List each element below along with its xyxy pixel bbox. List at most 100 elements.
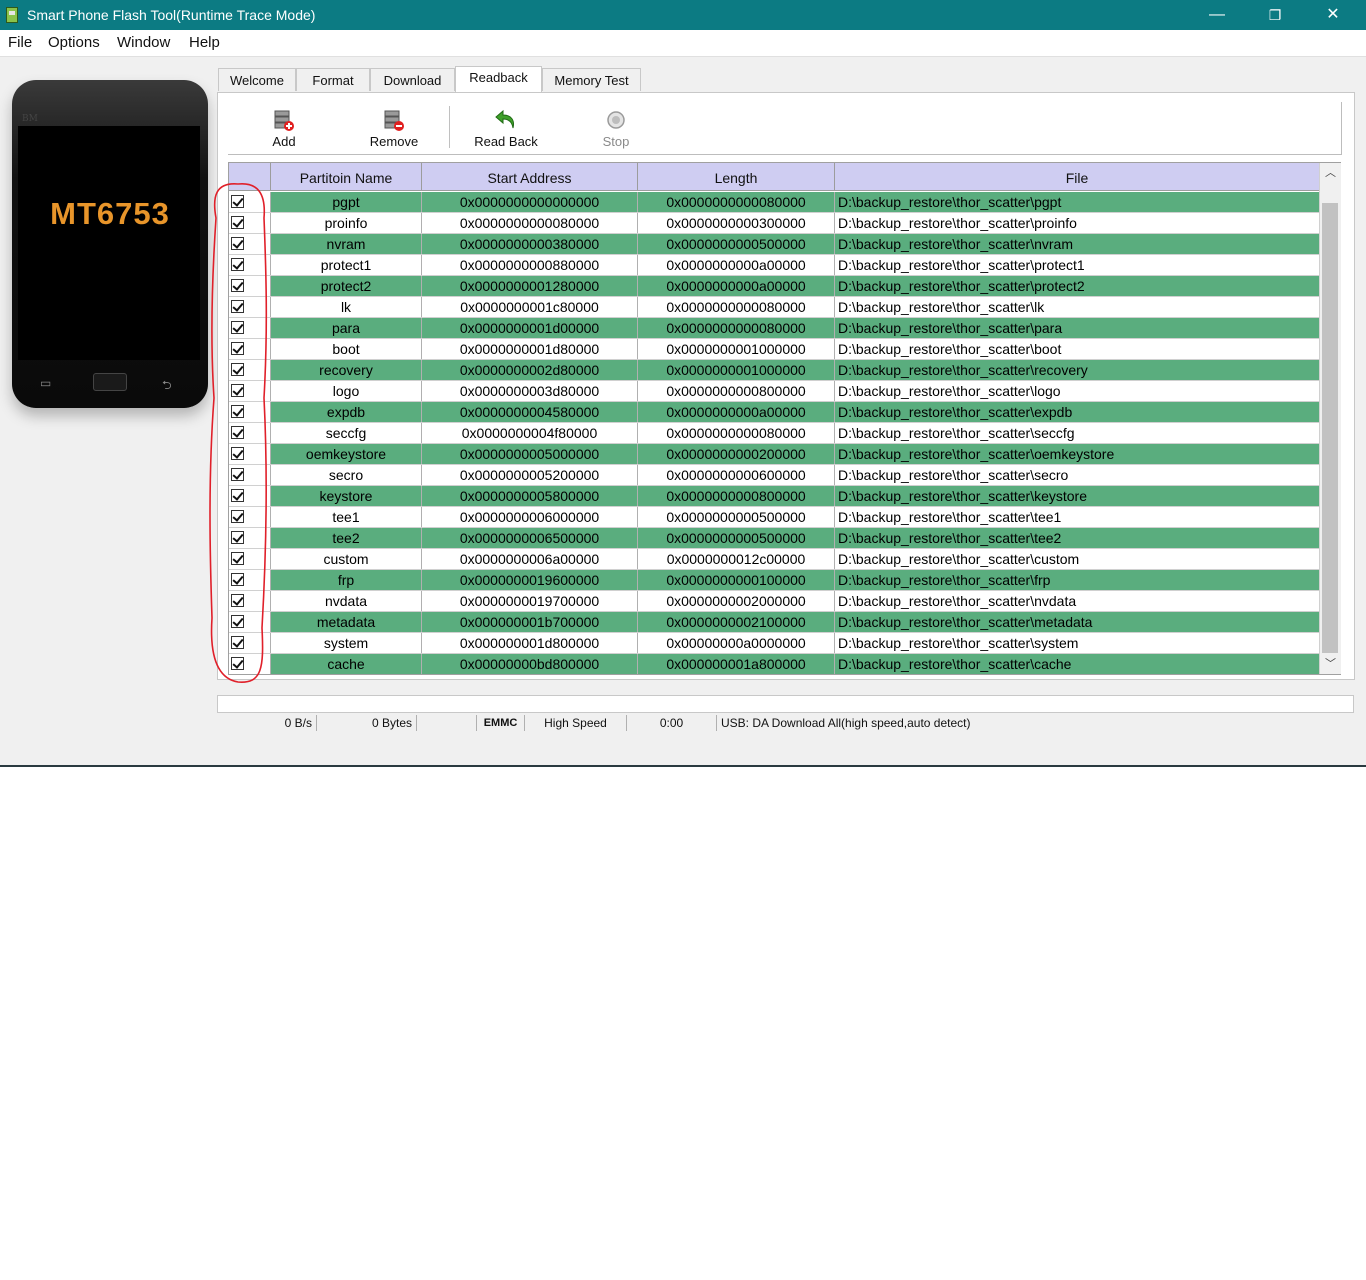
cell-partition-name: metadata: [271, 612, 422, 633]
status-time: 0:00: [627, 715, 717, 731]
table-row[interactable]: keystore 0x0000000005800000 0x000000000080…: [229, 486, 1320, 507]
cell-file: D:\backup_restore\thor_scatter\pgpt: [835, 192, 1320, 213]
cell-partition-name: protect1: [271, 255, 422, 276]
table-row[interactable]: nvdata 0x0000000019700000 0x00000000020000…: [229, 591, 1320, 612]
cell-partition-name: custom: [271, 549, 422, 570]
cell-length: 0x0000000000a00000: [638, 402, 835, 423]
table-row[interactable]: expdb 0x0000000004580000 0x0000000000a0000…: [229, 402, 1320, 423]
cell-file: D:\backup_restore\thor_scatter\lk: [835, 297, 1320, 318]
cell-length: 0x0000000000a00000: [638, 255, 835, 276]
column-header-length[interactable]: Length: [638, 163, 835, 191]
cell-file: D:\backup_restore\thor_scatter\oemkeysto…: [835, 444, 1320, 465]
red-hand-drawn-annotation: [209, 183, 268, 683]
cell-start-address: 0x000000001b700000: [422, 612, 638, 633]
cell-start-address: 0x000000001d800000: [422, 633, 638, 654]
stop-button[interactable]: Stop: [582, 102, 650, 154]
cell-file: D:\backup_restore\thor_scatter\seccfg: [835, 423, 1320, 444]
phone-image: BM MT6753 ▭ ⮌: [12, 80, 208, 408]
cell-partition-name: seccfg: [271, 423, 422, 444]
menu-help[interactable]: Help: [189, 34, 220, 51]
tab-readback[interactable]: Readback: [455, 66, 542, 92]
table-row[interactable]: lk 0x0000000001c80000 0x0000000000080000 D:…: [229, 297, 1320, 318]
tab-format[interactable]: Format: [296, 68, 370, 91]
cell-partition-name: oemkeystore: [271, 444, 422, 465]
cell-partition-name: boot: [271, 339, 422, 360]
table-row[interactable]: boot 0x0000000001d80000 0x0000000001000000…: [229, 339, 1320, 360]
read-back-button[interactable]: Read Back: [468, 102, 544, 154]
table-row[interactable]: nvram 0x0000000000380000 0x000000000050000…: [229, 234, 1320, 255]
app-window: Smart Phone Flash Tool(Runtime Trace Mod…: [0, 0, 1366, 767]
table-row[interactable]: pgpt 0x0000000000000000 0x0000000000080000…: [229, 192, 1320, 213]
column-header-start-address[interactable]: Start Address: [422, 163, 638, 191]
menu-key-icon: ▭: [40, 376, 52, 390]
cell-file: D:\backup_restore\thor_scatter\proinfo: [835, 213, 1320, 234]
column-header-file[interactable]: File: [835, 163, 1320, 191]
cell-partition-name: cache: [271, 654, 422, 674]
tab-download[interactable]: Download: [370, 68, 455, 91]
add-database-icon: [274, 110, 294, 131]
cell-start-address: 0x0000000006a00000: [422, 549, 638, 570]
scroll-up-icon[interactable]: ︿: [1320, 163, 1341, 183]
cell-length: 0x0000000000200000: [638, 444, 835, 465]
cell-length: 0x0000000012c00000: [638, 549, 835, 570]
progress-bar: [217, 695, 1354, 713]
cell-start-address: 0x0000000000880000: [422, 255, 638, 276]
menu-window[interactable]: Window: [117, 34, 170, 51]
partition-table: Partitoin Name Start Address Length File…: [228, 162, 1341, 675]
cell-file: D:\backup_restore\thor_scatter\custom: [835, 549, 1320, 570]
cell-file: D:\backup_restore\thor_scatter\cache: [835, 654, 1320, 674]
table-row[interactable]: para 0x0000000001d00000 0x0000000000080000…: [229, 318, 1320, 339]
table-row[interactable]: protect2 0x0000000001280000 0x0000000000a0…: [229, 276, 1320, 297]
cell-file: D:\backup_restore\thor_scatter\tee1: [835, 507, 1320, 528]
table-row[interactable]: seccfg 0x0000000004f80000 0x00000000000800…: [229, 423, 1320, 444]
tab-welcome[interactable]: Welcome: [218, 68, 296, 91]
cell-start-address: 0x0000000005000000: [422, 444, 638, 465]
menu-bar: File Options Window Help: [0, 30, 1366, 57]
cell-partition-name: pgpt: [271, 192, 422, 213]
cell-start-address: 0x0000000006000000: [422, 507, 638, 528]
cell-length: 0x0000000001000000: [638, 339, 835, 360]
table-row[interactable]: recovery 0x0000000002d80000 0x000000000100…: [229, 360, 1320, 381]
table-vertical-scrollbar[interactable]: ︿ ﹀: [1319, 163, 1341, 674]
cell-file: D:\backup_restore\thor_scatter\keystore: [835, 486, 1320, 507]
table-row[interactable]: logo 0x0000000003d80000 0x0000000000800000…: [229, 381, 1320, 402]
home-key-icon: [93, 373, 127, 391]
table-row[interactable]: system 0x000000001d800000 0x00000000a00000…: [229, 633, 1320, 654]
column-header-partition-name[interactable]: Partitoin Name: [271, 163, 422, 191]
maximize-button[interactable]: ❐: [1246, 0, 1304, 30]
table-row[interactable]: cache 0x00000000bd800000 0x000000001a80000…: [229, 654, 1320, 674]
scroll-down-icon[interactable]: ﹀: [1320, 654, 1341, 674]
chip-model-label: MT6753: [50, 196, 170, 231]
cell-start-address: 0x0000000005200000: [422, 465, 638, 486]
minimize-button[interactable]: —: [1188, 0, 1246, 30]
scroll-thumb[interactable]: [1322, 203, 1338, 653]
close-button[interactable]: ✕: [1304, 0, 1362, 30]
table-row[interactable]: oemkeystore 0x0000000005000000 0x000000000…: [229, 444, 1320, 465]
cell-file: D:\backup_restore\thor_scatter\expdb: [835, 402, 1320, 423]
menu-options[interactable]: Options: [48, 34, 100, 51]
cell-partition-name: protect2: [271, 276, 422, 297]
add-button[interactable]: Add: [248, 102, 320, 154]
cell-length: 0x0000000000a00000: [638, 276, 835, 297]
menu-file[interactable]: File: [8, 34, 32, 51]
table-row[interactable]: protect1 0x0000000000880000 0x0000000000a0…: [229, 255, 1320, 276]
remove-button[interactable]: Remove: [358, 102, 430, 154]
cell-partition-name: tee1: [271, 507, 422, 528]
table-row[interactable]: custom 0x0000000006a00000 0x0000000012c000…: [229, 549, 1320, 570]
table-row[interactable]: metadata 0x000000001b700000 0x000000000210…: [229, 612, 1320, 633]
table-row[interactable]: proinfo 0x0000000000080000 0x0000000000300…: [229, 213, 1320, 234]
table-row[interactable]: secro 0x0000000005200000 0x000000000060000…: [229, 465, 1320, 486]
tab-memory-test[interactable]: Memory Test: [542, 68, 641, 91]
status-storage: EMMC: [477, 715, 525, 731]
table-row[interactable]: tee2 0x0000000006500000 0x0000000000500000…: [229, 528, 1320, 549]
table-row[interactable]: frp 0x0000000019600000 0x0000000000100000 D…: [229, 570, 1320, 591]
title-bar[interactable]: Smart Phone Flash Tool(Runtime Trace Mod…: [0, 0, 1366, 30]
cell-length: 0x0000000000500000: [638, 507, 835, 528]
cell-start-address: 0x0000000000380000: [422, 234, 638, 255]
window-title: Smart Phone Flash Tool(Runtime Trace Mod…: [27, 7, 316, 23]
table-row[interactable]: tee1 0x0000000006000000 0x0000000000500000…: [229, 507, 1320, 528]
cell-length: 0x0000000002000000: [638, 591, 835, 612]
status-speed: 0 B/s: [217, 715, 317, 731]
status-bytes: 0 Bytes: [317, 715, 417, 731]
cell-start-address: 0x0000000019700000: [422, 591, 638, 612]
